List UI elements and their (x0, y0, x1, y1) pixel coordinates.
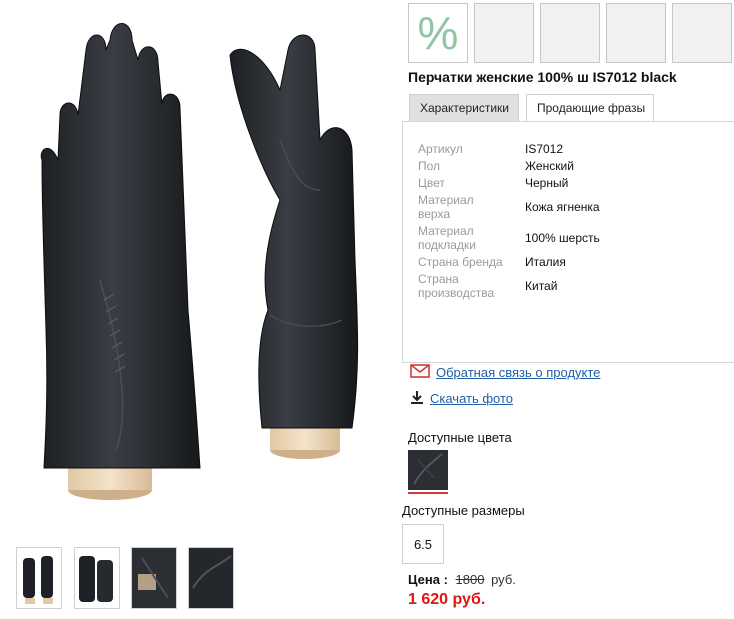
promo-tile[interactable]: % (408, 3, 468, 63)
price-line: Цена : 1800 руб. (408, 572, 516, 587)
char-label: Артикул (418, 142, 463, 156)
char-label: Страна бренда (418, 255, 503, 269)
promo-tile-5[interactable] (672, 3, 732, 63)
char-label: Пол (418, 159, 441, 173)
char-value: Китай (525, 279, 558, 293)
old-price: 1800 (455, 572, 485, 587)
product-title: Перчатки женские 100% ш IS7012 black (408, 69, 677, 85)
price-label: Цена : (408, 572, 448, 587)
feedback-link[interactable]: Обратная связь о продукте (436, 365, 600, 380)
old-price-currency: руб. (491, 572, 516, 587)
char-value: IS7012 (525, 142, 564, 156)
char-value: Женский (525, 159, 574, 173)
selected-color-indicator (408, 492, 448, 494)
current-price: 1 620 руб. (408, 591, 486, 608)
promo-tile-4[interactable] (606, 3, 666, 63)
char-label: Страна производства (418, 272, 495, 300)
char-label: Материал верха (418, 193, 474, 221)
feedback-link-row: Обратная связь о продукте (410, 364, 600, 381)
tab-selling-phrases[interactable]: Продающие фразы (526, 94, 654, 121)
promo-tile-2[interactable] (474, 3, 534, 63)
thumbnail-2[interactable] (74, 547, 120, 609)
promo-tile-3[interactable] (540, 3, 600, 63)
char-value: 100% шерсть (525, 231, 600, 245)
char-label: Материал подкладки (418, 224, 476, 252)
color-swatch-black[interactable] (408, 450, 448, 490)
envelope-icon (410, 364, 432, 381)
characteristics-panel: Артикул IS7012 Пол Женский Цвет Черный М… (402, 121, 734, 363)
size-option-label: 6.5 (413, 536, 433, 552)
tab-characteristics[interactable]: Характеристики (409, 94, 519, 121)
size-option[interactable]: 6.5 (402, 524, 444, 564)
char-value: Италия (525, 255, 566, 269)
available-colors-label: Доступные цвета (408, 430, 512, 445)
download-icon (410, 390, 430, 407)
product-main-image[interactable] (30, 10, 380, 515)
percent-icon: % (417, 7, 459, 59)
download-link[interactable]: Скачать фото (430, 391, 513, 406)
download-link-row: Скачать фото (410, 390, 513, 407)
char-label: Цвет (418, 176, 445, 190)
thumbnail-1[interactable] (16, 547, 62, 609)
product-page: % Перчатки женские 100% ш IS7012 black Х… (0, 0, 734, 619)
available-sizes-label: Доступные размеры (402, 503, 525, 518)
char-value: Кожа ягненка (525, 200, 600, 214)
char-value: Черный (525, 176, 569, 190)
thumbnail-4[interactable] (188, 547, 234, 609)
thumbnail-3[interactable] (131, 547, 177, 609)
